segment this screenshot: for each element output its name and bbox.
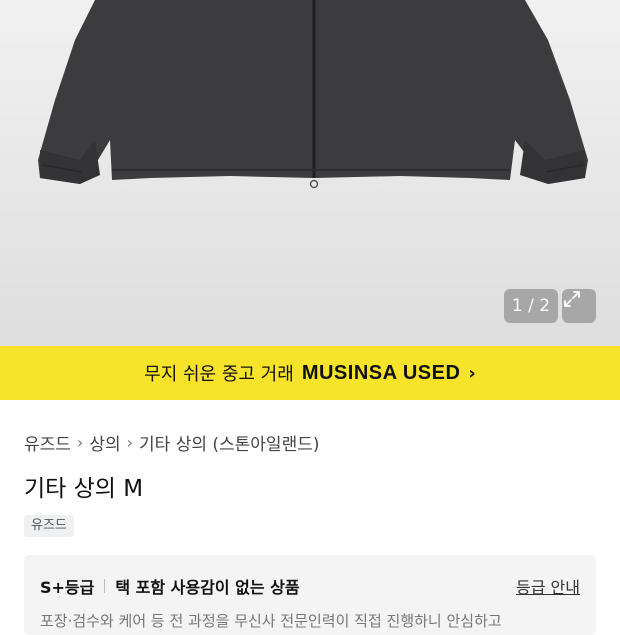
grade-label: S+등급 xyxy=(40,578,95,597)
breadcrumb-item-used[interactable]: 유즈드 xyxy=(24,430,71,455)
breadcrumb-separator-icon: › xyxy=(126,433,134,452)
chevron-right-icon: › xyxy=(468,362,476,384)
breadcrumb-separator-icon: › xyxy=(76,433,84,452)
grade-guide-link[interactable]: 등급 안내 xyxy=(516,574,580,598)
grade-row: S+등급 택 포함 사용감이 없는 상품 등급 안내 xyxy=(40,574,580,598)
grade-info-box: S+등급 택 포함 사용감이 없는 상품 등급 안내 포장·검수와 케어 등 전… xyxy=(24,555,596,635)
breadcrumb-item-tops[interactable]: 상의 xyxy=(89,430,120,455)
product-tag: 유즈드 xyxy=(24,515,74,537)
expand-arrows-icon xyxy=(564,291,580,307)
grade-note: 포장·검수와 케어 등 전 과정을 무신사 전문인력이 직접 진행하니 안심하고 xyxy=(40,612,502,630)
product-title: 기타 상의 M xyxy=(24,476,144,502)
breadcrumb-item-other-tops[interactable]: 기타 상의 (스톤아일랜드) xyxy=(139,430,319,455)
product-image[interactable]: 1 / 2 xyxy=(0,0,620,346)
image-counter: 1 / 2 xyxy=(504,289,558,323)
expand-button[interactable] xyxy=(562,289,596,323)
banner-lead-text: 무지 쉬운 중고 거래 xyxy=(144,364,294,385)
grade-description: 택 포함 사용감이 없는 상품 xyxy=(115,578,300,597)
breadcrumb: 유즈드 › 상의 › 기타 상의 (스톤아일랜드) xyxy=(24,430,320,455)
grade-divider xyxy=(104,579,106,593)
banner-brand-text: MUSINSA USED xyxy=(301,361,461,384)
musinsa-used-banner[interactable]: 무지 쉬운 중고 거래 MUSINSA USED › xyxy=(0,346,620,400)
